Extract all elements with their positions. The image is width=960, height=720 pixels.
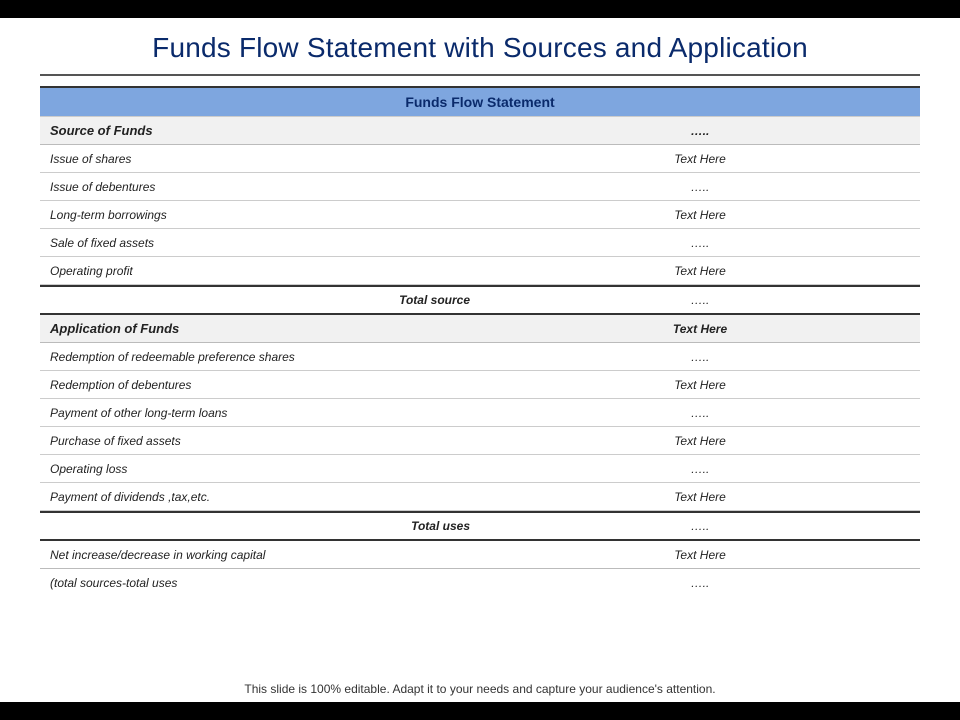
row-label: Operating loss [40, 456, 480, 482]
sources-title-value: ….. [480, 118, 920, 144]
row-value: Text Here [480, 372, 920, 398]
row-value: ….. [480, 174, 920, 200]
table-row: Payment of other long-term loans ….. [40, 399, 920, 427]
row-value: Text Here [480, 146, 920, 172]
applications-total-value: ….. [480, 513, 920, 539]
table-row: Sale of fixed assets ….. [40, 229, 920, 257]
table-row: (total sources-total uses ….. [40, 569, 920, 597]
applications-section-header: Application of Funds Text Here [40, 315, 920, 343]
table-row: Redemption of redeemable preference shar… [40, 343, 920, 371]
sources-total-value: ….. [480, 287, 920, 313]
funds-flow-table: Funds Flow Statement Source of Funds …..… [40, 86, 920, 597]
row-label: Operating profit [40, 258, 480, 284]
applications-title-value: Text Here [480, 316, 920, 342]
table-row: Issue of debentures ….. [40, 173, 920, 201]
sources-total-row: Total source ….. [40, 285, 920, 315]
top-letterbox [0, 0, 960, 18]
row-value: ….. [480, 456, 920, 482]
row-value: Text Here [480, 542, 920, 568]
row-label: Purchase of fixed assets [40, 428, 480, 454]
row-label: Long-term borrowings [40, 202, 480, 228]
slide-body: Funds Flow Statement with Sources and Ap… [0, 18, 960, 702]
row-label: Payment of dividends ,tax,etc. [40, 484, 480, 510]
footer-note: This slide is 100% editable. Adapt it to… [0, 682, 960, 696]
row-value: Text Here [480, 258, 920, 284]
table-row: Operating profit Text Here [40, 257, 920, 285]
table-row: Payment of dividends ,tax,etc. Text Here [40, 483, 920, 511]
row-label: Payment of other long-term loans [40, 400, 480, 426]
slide-title: Funds Flow Statement with Sources and Ap… [0, 18, 960, 70]
table-row: Issue of shares Text Here [40, 145, 920, 173]
row-value: ….. [480, 400, 920, 426]
bottom-letterbox [0, 702, 960, 720]
row-value: Text Here [480, 484, 920, 510]
row-value: Text Here [480, 428, 920, 454]
table-row: Long-term borrowings Text Here [40, 201, 920, 229]
sources-section-header: Source of Funds ….. [40, 117, 920, 145]
row-value: ….. [480, 570, 920, 596]
row-value: ….. [480, 344, 920, 370]
sources-title: Source of Funds [40, 117, 480, 144]
row-value: ….. [480, 230, 920, 256]
row-value: Text Here [480, 202, 920, 228]
row-label: Issue of debentures [40, 174, 480, 200]
row-label: Redemption of redeemable preference shar… [40, 344, 480, 370]
sources-total-label: Total source [40, 287, 480, 313]
table-header-label: Funds Flow Statement [40, 88, 920, 116]
row-label: Net increase/decrease in working capital [40, 542, 480, 568]
row-label: Sale of fixed assets [40, 230, 480, 256]
row-label: Redemption of debentures [40, 372, 480, 398]
applications-total-row: Total uses ….. [40, 511, 920, 541]
applications-total-label: Total uses [40, 513, 480, 539]
table-row: Purchase of fixed assets Text Here [40, 427, 920, 455]
row-label: Issue of shares [40, 146, 480, 172]
applications-title: Application of Funds [40, 315, 480, 342]
table-row: Operating loss ….. [40, 455, 920, 483]
table-row: Redemption of debentures Text Here [40, 371, 920, 399]
row-label: (total sources-total uses [40, 570, 480, 596]
table-row: Net increase/decrease in working capital… [40, 541, 920, 569]
table-header: Funds Flow Statement [40, 88, 920, 117]
title-underline [40, 74, 920, 76]
